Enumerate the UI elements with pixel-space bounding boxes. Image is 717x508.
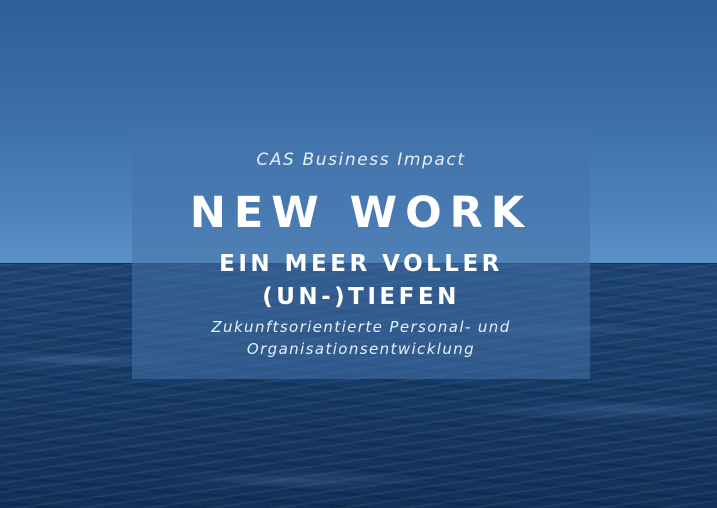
secondary-title-line-1: EIN MEER VOLLER xyxy=(219,251,503,277)
title-panel: CAS Business Impact NEW WORK EIN MEER VO… xyxy=(132,128,590,379)
description-line-1: Zukunftsorientierte Personal- und xyxy=(211,318,511,336)
cover-image: CAS Business Impact NEW WORK EIN MEER VO… xyxy=(0,0,717,508)
program-subtitle: CAS Business Impact xyxy=(256,150,466,170)
main-title: NEW WORK xyxy=(189,188,533,238)
description: Zukunftsorientierte Personal- und Organi… xyxy=(132,316,590,360)
secondary-title: EIN MEER VOLLER (UN-)TIEFEN xyxy=(132,248,590,314)
secondary-title-line-2: (UN-)TIEFEN xyxy=(262,284,460,310)
description-line-2: Organisationsentwicklung xyxy=(246,340,476,358)
